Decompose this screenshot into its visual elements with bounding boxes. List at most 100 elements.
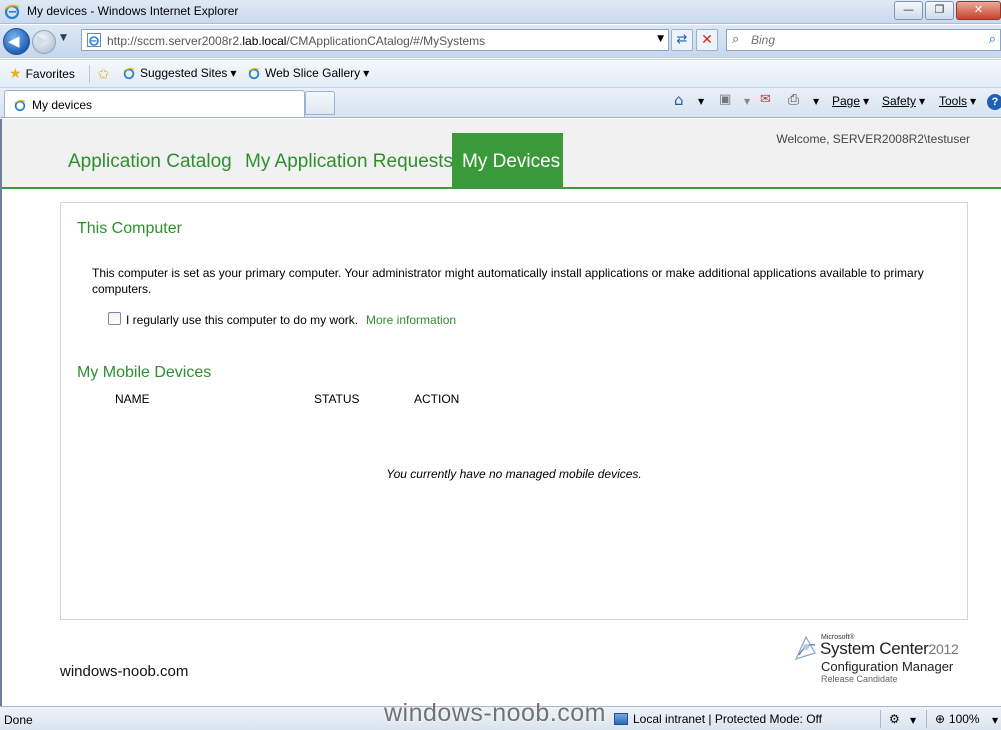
status-separator	[926, 710, 927, 728]
column-header-status: STATUS	[314, 392, 360, 406]
compatibility-icon: ⇄	[676, 32, 688, 47]
ie-page-icon	[248, 67, 260, 80]
chevron-down-icon: ▼	[919, 97, 926, 106]
add-to-favorites-bar-icon[interactable]: ✩	[97, 65, 110, 83]
safety-menu-label: Safety	[882, 94, 917, 108]
nav-application-catalog[interactable]: Application Catalog	[68, 133, 232, 189]
restore-button[interactable]: ❐	[925, 1, 954, 20]
recent-pages-dropdown[interactable]: ▼	[60, 33, 67, 43]
system-center-logo-icon	[794, 635, 816, 660]
primary-computer-checkbox[interactable]	[108, 312, 121, 325]
zoom-icon: ⊕	[935, 712, 946, 726]
print-icon[interactable]: ⎙	[788, 92, 799, 108]
stop-icon: ✕	[701, 32, 713, 48]
close-icon: ✕	[973, 3, 984, 16]
address-dropdown-icon[interactable]: ▼	[657, 34, 664, 44]
search-input[interactable]	[751, 32, 971, 48]
logo-year: 2012	[928, 641, 959, 657]
logo-system-center-text: System Center	[820, 639, 929, 658]
more-information-link[interactable]: More information	[366, 313, 456, 327]
app-header: Application Catalog My Application Reque…	[2, 119, 1001, 189]
chevron-down-icon: ▼	[970, 97, 977, 106]
new-tab-button[interactable]	[305, 91, 335, 115]
address-bar[interactable]: http://sccm.server2008r2.lab.local/CMApp…	[81, 29, 669, 51]
suggested-sites-link[interactable]: Suggested Sites ▼	[122, 66, 237, 80]
tools-menu-label: Tools	[939, 94, 968, 108]
tab-label: My devices	[32, 98, 93, 112]
chevron-down-icon: ▼	[230, 69, 237, 78]
forward-arrow-icon: ▶	[37, 33, 47, 48]
devices-panel: This Computer This computer is set as yo…	[60, 202, 968, 620]
home-dropdown-icon[interactable]: ▼	[698, 97, 704, 106]
print-dropdown-icon[interactable]: ▼	[813, 97, 819, 106]
local-intranet-icon	[614, 713, 628, 725]
forward-button[interactable]: ▶	[32, 30, 56, 54]
search-icon[interactable]: ⌕	[989, 32, 996, 47]
help-icon[interactable]: ?	[987, 94, 1001, 110]
status-bar: Done Local intranet | Protected Mode: Of…	[0, 706, 1001, 730]
welcome-text: Welcome, SERVER2008R2\testuser	[776, 132, 970, 146]
minimize-button[interactable]: —	[894, 1, 923, 20]
footer-site-name: windows-noob.com	[60, 663, 189, 680]
url-prefix: http://sccm.server2008r2.	[107, 34, 243, 48]
page-menu-label: Page	[832, 94, 861, 108]
home-icon[interactable]: ⌂	[674, 91, 684, 109]
favorites-bar: ★ Favorites ✩ Suggested Sites ▼ Web Slice …	[0, 59, 1001, 88]
favorites-button[interactable]: ★ Favorites	[9, 66, 75, 82]
system-center-logo: Microsoft® System Center2012 Configurati…	[793, 631, 968, 687]
search-box[interactable]: ⌕ ⌕	[726, 29, 1001, 51]
security-zone[interactable]: Local intranet | Protected Mode: Off	[614, 712, 822, 726]
url-text: http://sccm.server2008r2.lab.local/CMApp…	[107, 34, 485, 48]
this-computer-title: This Computer	[77, 220, 182, 237]
suggested-sites-label: Suggested Sites	[140, 66, 228, 80]
status-text: Done	[4, 713, 33, 727]
restore-icon: ❐	[934, 3, 945, 16]
stop-button[interactable]: ✕	[696, 29, 718, 51]
mobile-devices-title: My Mobile Devices	[77, 364, 212, 381]
page-content: Application Catalog My Application Reque…	[0, 119, 1001, 706]
nav-my-devices[interactable]: My Devices	[452, 133, 563, 189]
url-domain: lab.local	[242, 34, 287, 48]
protected-mode-dropdown-icon[interactable]: ▼	[910, 716, 916, 725]
tab-ie-icon	[14, 99, 26, 112]
close-button[interactable]: ✕	[956, 1, 1001, 20]
back-button[interactable]: ◀	[3, 28, 30, 55]
search-provider-icon: ⌕	[732, 32, 740, 47]
tab-command-bar: My devices ⌂ ▼ ▣ ▼ ✉ ⎙ ▼ Page ▼ Safety ▼ T…	[0, 88, 1001, 118]
favorites-separator	[89, 65, 90, 83]
tab-my-devices[interactable]: My devices	[4, 90, 305, 117]
no-devices-message: You currently have no managed mobile dev…	[386, 467, 642, 481]
zoom-control[interactable]: ⊕ 100%	[935, 712, 980, 726]
internet-explorer-icon	[4, 4, 20, 19]
chevron-down-icon: ▼	[363, 69, 370, 78]
back-arrow-icon: ◀	[8, 32, 20, 50]
url-suffix: /CMApplicationCAtalog/#/MySystems	[286, 34, 486, 48]
feeds-dropdown-icon[interactable]: ▼	[744, 97, 750, 106]
favorites-label: Favorites	[25, 67, 75, 81]
minimize-icon: —	[903, 3, 914, 16]
column-header-name: NAME	[115, 392, 150, 406]
chevron-down-icon: ▼	[863, 97, 870, 106]
logo-product: Configuration Manager	[821, 659, 954, 674]
logo-edition: Release Candidate	[821, 674, 898, 684]
nav-my-application-requests[interactable]: My Application Requests	[245, 133, 453, 189]
mail-icon[interactable]: ✉	[760, 92, 771, 107]
logo-system-center: System Center2012	[820, 639, 959, 659]
column-header-action: ACTION	[414, 392, 460, 406]
protected-mode-icon[interactable]: ⚙	[889, 712, 900, 726]
zoom-level: 100%	[948, 712, 980, 726]
web-slice-gallery-link[interactable]: Web Slice Gallery ▼	[247, 66, 369, 80]
tools-menu[interactable]: Tools ▼	[939, 94, 976, 108]
page-menu[interactable]: Page ▼	[832, 94, 869, 108]
this-computer-description: This computer is set as your primary com…	[92, 266, 924, 296]
favorites-star-icon: ★	[9, 66, 22, 82]
title-bar: My devices - Windows Internet Explorer —…	[0, 0, 1001, 24]
zoom-dropdown-icon[interactable]: ▼	[992, 716, 998, 725]
page-ie-icon	[87, 33, 101, 47]
safety-menu[interactable]: Safety ▼	[882, 94, 925, 108]
primary-computer-checkbox-label[interactable]: I regularly use this computer to do my w…	[126, 313, 358, 327]
feeds-icon[interactable]: ▣	[719, 92, 731, 107]
compatibility-view-button[interactable]: ⇄	[671, 29, 693, 51]
window-title: My devices - Windows Internet Explorer	[27, 4, 239, 18]
status-separator	[880, 710, 881, 728]
